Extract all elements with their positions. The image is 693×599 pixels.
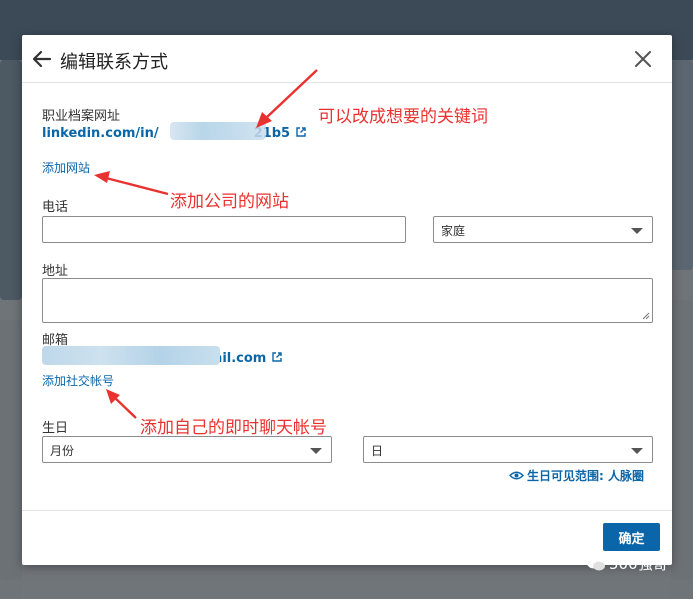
background-panel [0, 60, 22, 300]
birthday-visibility-text: 生日可见范围: 人脉圈 [527, 469, 644, 483]
confirm-button[interactable]: 确定 [603, 523, 660, 551]
back-arrow-icon[interactable] [31, 48, 53, 70]
eye-icon [509, 471, 524, 480]
birth-day-select[interactable]: 日 [363, 436, 653, 463]
redacted-email-part [42, 346, 220, 365]
watermark: 500强哥 [586, 553, 668, 574]
phone-type-select[interactable]: 家庭 [433, 216, 653, 243]
birthday-label: 生日 [42, 421, 69, 436]
resize-handle-icon[interactable] [642, 312, 650, 320]
external-link-icon [272, 352, 283, 362]
dialog-header: 编辑联系方式 [22, 35, 672, 83]
background-panel [671, 60, 693, 270]
footer-divider [22, 510, 672, 511]
chevron-down-icon [631, 228, 643, 234]
phone-label: 电话 [42, 200, 69, 215]
profile-url-label: 职业档案网址 [42, 109, 121, 124]
background-panel [0, 320, 22, 580]
background-panel [671, 300, 693, 580]
chevron-down-icon [310, 448, 322, 454]
redacted-url-part [170, 122, 266, 140]
address-label: 地址 [42, 264, 69, 279]
background-panel [22, 565, 671, 599]
birth-month-select[interactable]: 月份 [42, 436, 332, 463]
phone-type-value: 家庭 [441, 224, 466, 238]
dialog-title: 编辑联系方式 [60, 52, 168, 73]
birth-day-value: 日 [371, 444, 384, 458]
chevron-down-icon [631, 448, 643, 454]
address-textarea[interactable] [42, 278, 653, 323]
profile-url-prefix: linkedin.com/in/ [42, 126, 159, 141]
watermark-text: 500强哥 [609, 555, 668, 573]
add-social-link[interactable]: 添加社交帐号 [42, 372, 114, 389]
wechat-icon [587, 557, 605, 571]
annotation-company-site: 添加公司的网站 [170, 192, 289, 212]
close-icon[interactable] [632, 48, 654, 70]
external-link-icon [296, 127, 306, 137]
annotation-chat-account: 添加自己的即时聊天帐号 [140, 418, 327, 438]
phone-input[interactable] [42, 216, 406, 243]
birthday-visibility-link[interactable]: 生日可见范围: 人脉圈 [509, 467, 644, 484]
add-website-link[interactable]: 添加网站 [42, 159, 90, 176]
birth-month-value: 月份 [50, 444, 75, 458]
annotation-keyword: 可以改成想要的关键词 [318, 107, 488, 127]
